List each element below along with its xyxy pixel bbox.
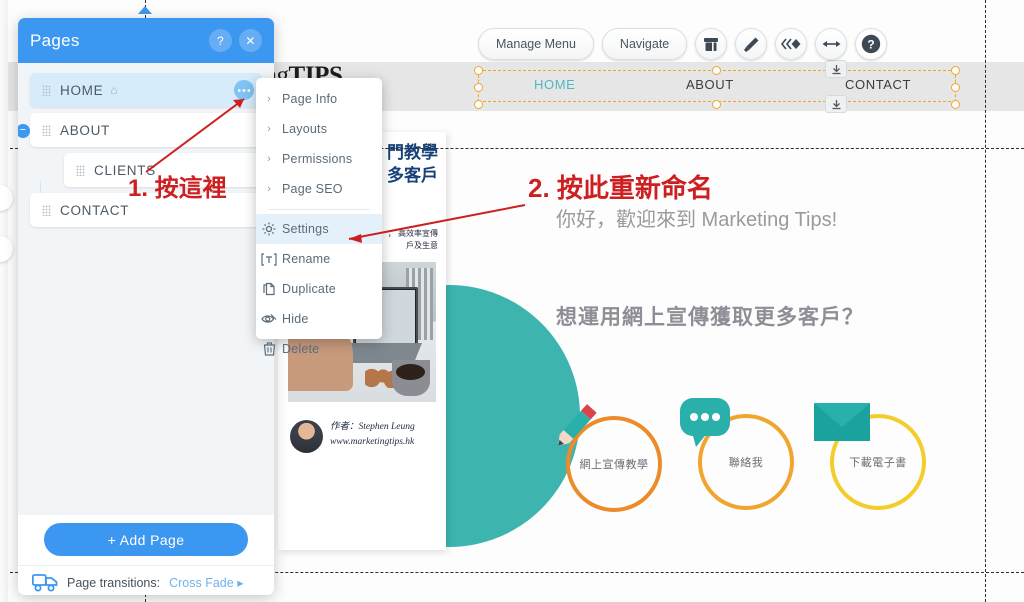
annotation-step-1: 1. 按這裡 bbox=[128, 175, 227, 202]
annotation-step-2: 2. 按此重新命名 bbox=[528, 173, 713, 203]
annotation-arrows bbox=[145, 98, 526, 243]
editor-window: MarketingTIPS 門教學 多客戶 ， 高效率宣傳 戶及生意 bbox=[0, 0, 1024, 602]
